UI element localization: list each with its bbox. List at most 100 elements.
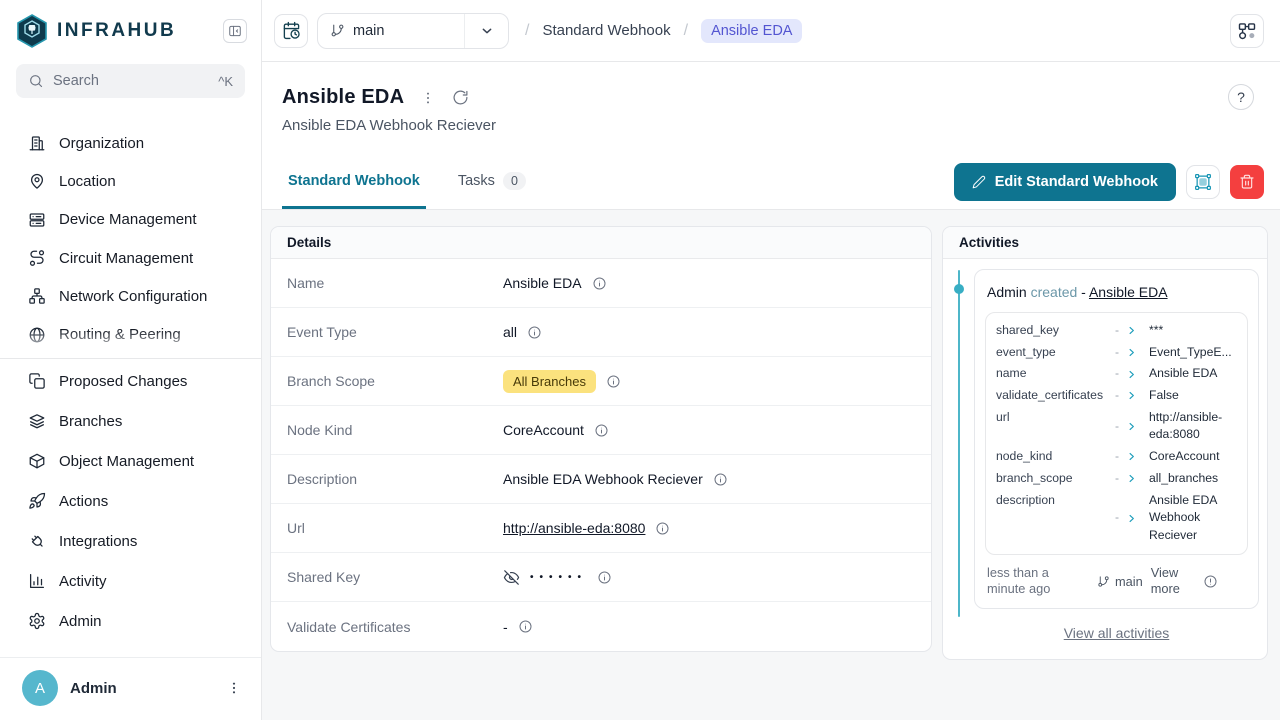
view-more-link[interactable]: View more [1151, 565, 1195, 597]
info-icon[interactable] [527, 325, 542, 340]
property-value: http://ansible-eda:8080 [1137, 409, 1237, 444]
property-value: all_branches [1137, 470, 1237, 488]
detail-label: Validate Certificates [287, 619, 503, 635]
infrahub-logo-icon [16, 14, 48, 48]
help-button[interactable]: ? [1228, 84, 1254, 110]
sidebar-item-location[interactable]: Location [0, 162, 261, 200]
manage-object-button[interactable] [1186, 165, 1220, 199]
main-area: main / Standard Webhook / Ansible EDA [262, 0, 1280, 720]
edit-button[interactable]: Edit Standard Webhook [954, 163, 1176, 201]
eye-off-icon[interactable] [503, 569, 520, 586]
search-shortcut: ^K [218, 74, 233, 89]
chevron-right-icon[interactable] [1126, 369, 1137, 380]
info-icon[interactable] [518, 619, 533, 634]
sidebar-item-label: Device Management [59, 211, 197, 228]
property-name: description [996, 492, 1107, 510]
kebab-icon [420, 90, 436, 106]
sidebar-item-label: Proposed Changes [59, 373, 187, 390]
activities-timeline: Admin created - Ansible EDA shared_key -… [943, 259, 1267, 659]
tab-tasks[interactable]: Tasks 0 [452, 155, 532, 209]
schema-visualizer-button[interactable] [1230, 14, 1264, 48]
property-row: validate_certificates - False [996, 387, 1237, 405]
chevron-right-icon[interactable] [1126, 473, 1137, 484]
title-menu-button[interactable] [420, 90, 436, 106]
sidebar-item-device-management[interactable]: Device Management [0, 201, 261, 239]
chevron-right-icon[interactable] [1126, 421, 1137, 432]
info-icon[interactable] [1203, 574, 1218, 589]
detail-value: - [503, 619, 508, 635]
details-panel: Details Name Ansible EDA Event Type all [270, 226, 932, 652]
info-icon[interactable] [655, 521, 670, 536]
user-name: Admin [70, 680, 211, 697]
sidebar-item-routing-peering[interactable]: Routing & Peering [0, 316, 261, 354]
schema-graph-icon [1237, 21, 1257, 41]
chevron-right-icon[interactable] [1126, 513, 1137, 524]
sidebar-item-admin[interactable]: Admin [0, 601, 261, 641]
collapse-sidebar-button[interactable] [223, 19, 247, 43]
refresh-button[interactable] [452, 89, 469, 106]
sidebar-item-activity[interactable]: Activity [0, 561, 261, 601]
branch-selector[interactable]: main [317, 13, 509, 49]
breadcrumb-separator: / [525, 22, 529, 40]
time-travel-button[interactable] [274, 14, 308, 48]
sidebar-item-proposed-changes[interactable]: Proposed Changes [0, 361, 261, 401]
page-subtitle: Ansible EDA Webhook Reciever [282, 117, 1260, 134]
info-icon[interactable] [606, 374, 621, 389]
chevron-right-icon[interactable] [1126, 325, 1137, 336]
sidebar-item-branches[interactable]: Branches [0, 401, 261, 441]
sidebar-item-organization[interactable]: Organization [0, 124, 261, 162]
git-branch-icon [330, 23, 345, 38]
user-menu-button[interactable] [223, 677, 245, 699]
property-row: description - Ansible EDA Webhook Reciev… [996, 492, 1237, 545]
breadcrumb-section[interactable]: Standard Webhook [542, 22, 670, 39]
layers-icon [28, 412, 46, 430]
url-link[interactable]: http://ansible-eda:8080 [503, 520, 645, 536]
event-action: created [1031, 284, 1078, 300]
sidebar-item-circuit-management[interactable]: Circuit Management [0, 239, 261, 277]
breadcrumb-current[interactable]: Ansible EDA [701, 19, 802, 43]
tab-standard-webhook[interactable]: Standard Webhook [282, 155, 426, 209]
branch-scope-badge: All Branches [503, 370, 596, 393]
page-title: Ansible EDA [282, 86, 404, 109]
rocket-icon [28, 492, 46, 510]
secret-value: •••••• [530, 572, 587, 583]
property-row: event_type - Event_TypeE... [996, 344, 1237, 362]
info-icon[interactable] [597, 570, 612, 585]
sidebar-item-label: Actions [59, 493, 108, 510]
chevron-right-icon[interactable] [1126, 451, 1137, 462]
info-icon[interactable] [713, 472, 728, 487]
sidebar-item-object-management[interactable]: Object Management [0, 441, 261, 481]
detail-value: all [503, 324, 517, 340]
detail-row-name: Name Ansible EDA [271, 259, 931, 308]
sidebar-item-integrations[interactable]: Integrations [0, 521, 261, 561]
event-branch[interactable]: main [1097, 574, 1143, 589]
chevron-right-icon[interactable] [1126, 347, 1137, 358]
detail-value: CoreAccount [503, 422, 584, 438]
event-object-link[interactable]: Ansible EDA [1089, 284, 1168, 300]
building-icon [28, 134, 46, 152]
cube-icon [28, 452, 46, 470]
edit-button-label: Edit Standard Webhook [995, 174, 1158, 190]
property-value: *** [1137, 322, 1237, 340]
property-name: shared_key [996, 322, 1107, 340]
search-input[interactable]: Search ^K [16, 64, 245, 98]
detail-label: Description [287, 471, 503, 487]
property-name: validate_certificates [996, 387, 1107, 405]
sidebar-item-label: Routing & Peering [59, 326, 181, 343]
property-dash: - [1115, 418, 1119, 436]
sidebar-item-network-configuration[interactable]: Network Configuration [0, 277, 261, 315]
delete-button[interactable] [1230, 165, 1264, 199]
sidebar-item-actions[interactable]: Actions [0, 481, 261, 521]
property-row: name - Ansible EDA [996, 365, 1237, 383]
brand-name: INFRAHUB [57, 20, 214, 42]
sidebar-item-label: Organization [59, 135, 144, 152]
network-icon [28, 287, 46, 305]
info-icon[interactable] [594, 423, 609, 438]
info-icon[interactable] [592, 276, 607, 291]
chevron-right-icon[interactable] [1126, 390, 1137, 401]
view-all-link[interactable]: View all activities [1064, 625, 1170, 641]
property-value: Ansible EDA [1137, 365, 1237, 383]
detail-value: Ansible EDA [503, 275, 582, 291]
view-all-activities: View all activities [974, 625, 1259, 643]
user-menu[interactable]: A Admin [0, 657, 261, 720]
